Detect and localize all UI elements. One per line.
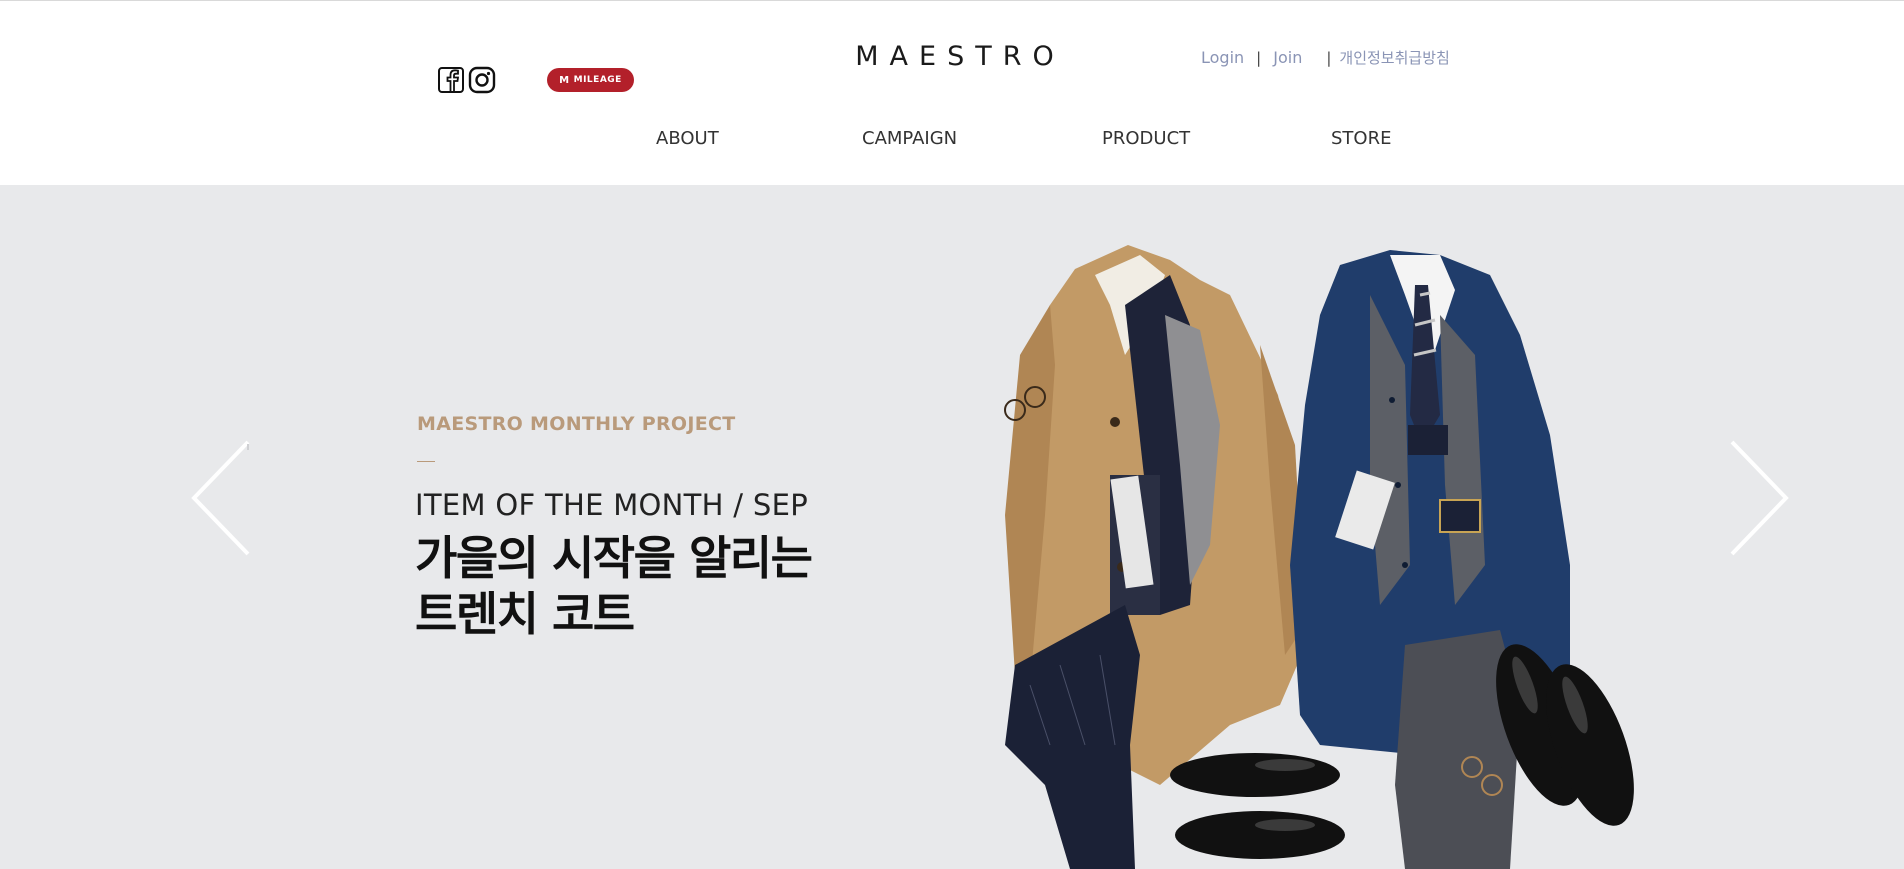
separator: | — [1326, 48, 1332, 67]
main-nav: ABOUT CAMPAIGN PRODUCT STORE — [0, 128, 1904, 152]
hero-headline-line-2: 트렌치 코트 — [415, 587, 635, 641]
facebook-icon[interactable] — [437, 66, 465, 94]
privacy-policy-link[interactable]: 개인정보취급방침 — [1339, 47, 1449, 68]
mileage-button[interactable]: M MILEAGE — [547, 68, 634, 92]
black-shoes-illustration — [1170, 753, 1345, 859]
hero-divider — [417, 461, 435, 462]
product-lookbook-image — [1004, 245, 1634, 869]
mileage-m-icon: M — [559, 74, 570, 86]
hero-eyebrow: MAESTRO MONTHLY PROJECT — [417, 413, 736, 435]
login-link[interactable]: Login — [1201, 48, 1244, 67]
chevron-right-icon[interactable] — [1730, 440, 1790, 556]
nav-item-product[interactable]: PRODUCT — [1102, 128, 1190, 149]
site-header: M MILEAGE MAESTRO Login | Join | 개인정보취급방… — [0, 0, 1904, 185]
hero-banner: MAESTRO MONTHLY PROJECT ITEM OF THE MONT… — [0, 185, 1904, 869]
instagram-icon[interactable] — [468, 66, 496, 94]
join-link[interactable]: Join — [1273, 48, 1302, 67]
nav-item-about[interactable]: ABOUT — [656, 128, 719, 149]
social-links — [437, 66, 496, 94]
nav-item-store[interactable]: STORE — [1331, 128, 1391, 149]
chevron-left-icon[interactable] — [190, 440, 250, 556]
mileage-label: MILEAGE — [573, 75, 622, 85]
hero-headline-line-1: 가을의 시작을 알리는 — [415, 531, 813, 585]
utility-links: Login | Join | 개인정보취급방침 — [1201, 47, 1450, 68]
hero-headline: 가을의 시작을 알리는 트렌치 코트 — [415, 530, 813, 642]
nav-item-campaign[interactable]: CAMPAIGN — [862, 128, 957, 149]
hero-subtitle: ITEM OF THE MONTH / SEP — [415, 488, 809, 522]
separator: | — [1256, 48, 1262, 67]
site-logo[interactable]: MAESTRO — [820, 41, 1100, 72]
